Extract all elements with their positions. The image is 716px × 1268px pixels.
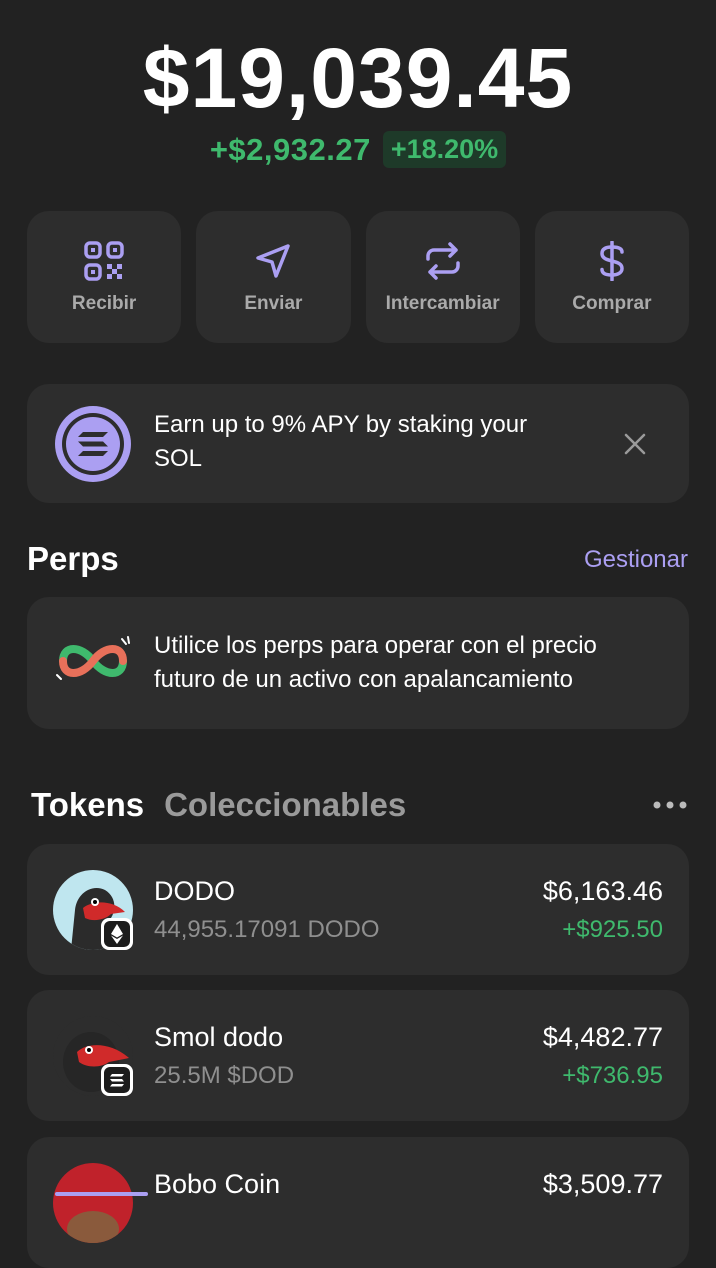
action-buttons: Recibir Enviar Intercambiar Comprar (27, 211, 689, 343)
swap-label: Intercambiar (385, 293, 500, 314)
dollar-icon (599, 241, 624, 281)
tab-collectibles[interactable]: Coleccionables (164, 786, 406, 824)
token-value: $3,509.77 (542, 1169, 663, 1199)
token-value: $6,163.46 (542, 876, 663, 906)
solana-chain-icon (101, 1064, 133, 1096)
send-icon (256, 244, 290, 278)
change-amount: +$2,932.27 (209, 131, 371, 167)
more-options-icon[interactable] (652, 797, 688, 813)
perps-description: Utilice los perps para operar con el pre… (154, 632, 597, 693)
manage-link[interactable]: Gestionar (584, 546, 688, 574)
perps-logo-icon (56, 636, 130, 680)
token-value: $4,482.77 (542, 1022, 663, 1052)
tab-tokens[interactable]: Tokens (31, 786, 144, 824)
token-name: DODO (154, 876, 235, 906)
token-change: +$925.50 (562, 916, 663, 943)
buy-button[interactable]: Comprar (534, 211, 689, 343)
token-row[interactable]: DODO 44,955.17091 DODO $6,163.46 +$925.5… (27, 844, 689, 975)
token-name: Smol dodo (154, 1022, 284, 1052)
home-indicator (55, 1192, 148, 1196)
close-icon[interactable] (622, 431, 648, 457)
swap-icon (425, 242, 460, 280)
solana-logo (55, 406, 131, 482)
token-name: Bobo Coin (154, 1169, 281, 1199)
staking-banner-text: Earn up to 9% APY by staking your SOL (154, 411, 528, 472)
token-avatar (53, 1163, 133, 1243)
total-balance: $19,039.45 (142, 31, 574, 125)
swap-button[interactable]: Intercambiar (365, 211, 520, 343)
token-row[interactable]: Smol dodo 25.5M $DOD $4,482.77 +$736.95 (27, 990, 689, 1121)
change-percent-badge: +18.20% (382, 131, 507, 168)
send-button[interactable]: Enviar (196, 211, 351, 343)
token-amount: 44,955.17091 DODO (154, 916, 380, 943)
token-change: +$736.95 (562, 1062, 663, 1089)
send-label: Enviar (244, 293, 303, 314)
token-row[interactable]: Bobo Coin $3,509.77 (27, 1137, 689, 1268)
perps-card[interactable]: Utilice los perps para operar con el pre… (27, 597, 689, 729)
receive-label: Recibir (71, 293, 137, 314)
ethereum-chain-icon (101, 918, 133, 950)
perps-title: Perps (27, 540, 119, 577)
qr-code-icon (84, 241, 124, 281)
receive-button[interactable]: Recibir (27, 211, 182, 343)
staking-banner[interactable]: Earn up to 9% APY by staking your SOL (27, 384, 689, 503)
asset-tabs: Tokens Coleccionables (31, 786, 406, 824)
token-amount: 25.5M $DOD (154, 1062, 295, 1089)
buy-label: Comprar (572, 293, 652, 314)
balance-change: +$2,932.27 +18.20% (0, 131, 716, 168)
